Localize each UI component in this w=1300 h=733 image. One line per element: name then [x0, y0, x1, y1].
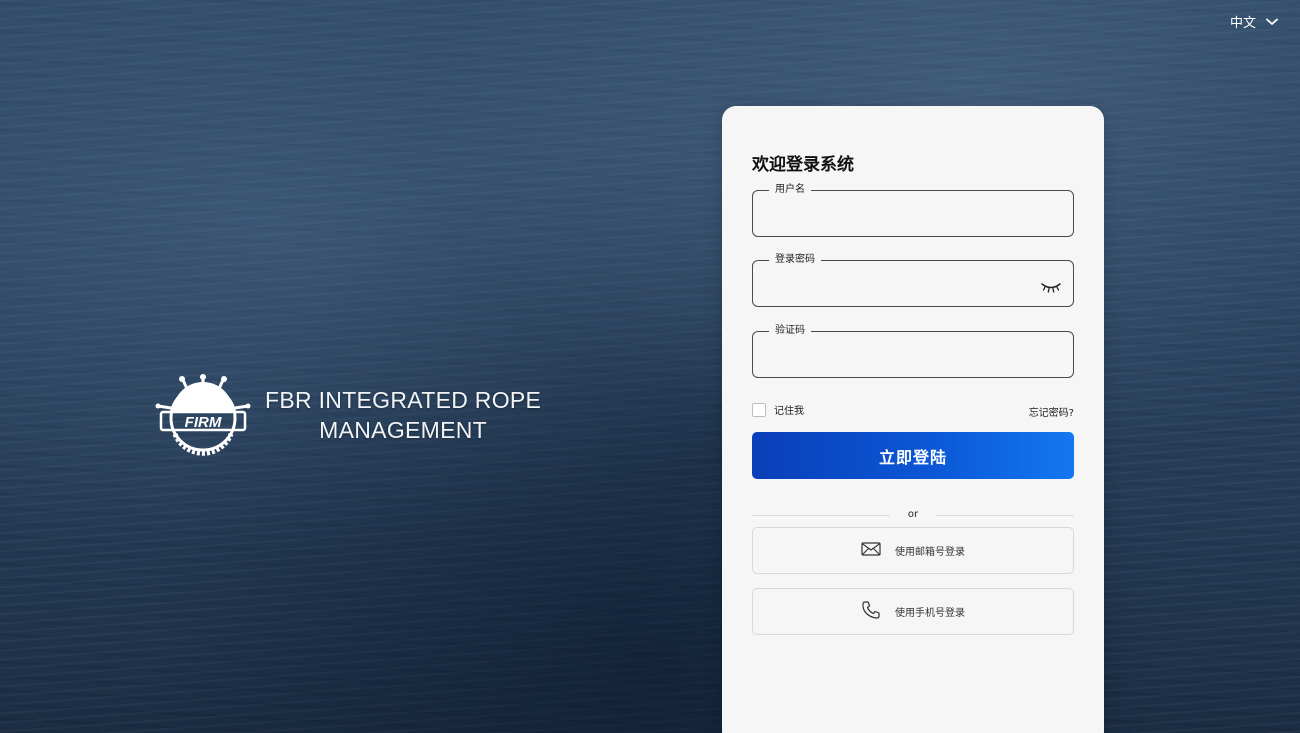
login-title: 欢迎登录系统	[752, 155, 854, 175]
email-login-label: 使用邮箱号登录	[895, 547, 965, 558]
remember-me-label: 记住我	[774, 406, 804, 417]
remember-me-checkbox[interactable]	[752, 402, 766, 417]
remember-me[interactable]: 记住我	[752, 402, 804, 417]
captcha-label: 验证码	[769, 324, 811, 338]
username-input[interactable]	[753, 191, 1073, 236]
mail-icon	[861, 541, 881, 560]
forgot-password-link[interactable]: 忘记密码?	[1029, 404, 1074, 419]
helm-logo-icon: FIRM	[155, 374, 251, 456]
svg-text:FIRM: FIRM	[185, 414, 222, 431]
login-button[interactable]: 立即登陆	[752, 432, 1074, 479]
brand-name-line2: MANAGEMENT	[319, 417, 488, 443]
password-label: 登录密码	[769, 253, 821, 267]
chevron-down-icon	[1266, 18, 1278, 26]
username-label: 用户名	[769, 183, 811, 197]
password-input[interactable]	[753, 261, 1073, 306]
phone-icon	[861, 600, 881, 624]
eye-closed-icon[interactable]	[1041, 278, 1061, 297]
language-selector[interactable]: 中文	[1230, 12, 1278, 31]
or-divider: or	[752, 508, 1074, 522]
captcha-input[interactable]	[753, 332, 1073, 377]
brand: FIRM FBR INTEGRATED ROPE MANAGEMENT	[155, 372, 541, 458]
phone-login-label: 使用手机号登录	[895, 608, 965, 619]
divider-line-right	[936, 515, 1074, 516]
password-field: 登录密码	[752, 253, 1074, 307]
brand-name: FBR INTEGRATED ROPE MANAGEMENT	[265, 385, 541, 445]
login-card: 欢迎登录系统 用户名 登录密码 验证码 记住我 忘记密码? 立即登陆 or 使用…	[722, 106, 1104, 733]
username-field: 用户名	[752, 183, 1074, 237]
email-login-button[interactable]: 使用邮箱号登录	[752, 527, 1074, 574]
brand-name-line1: FBR INTEGRATED ROPE	[265, 387, 542, 413]
captcha-field: 验证码	[752, 324, 1074, 378]
language-label: 中文	[1229, 16, 1256, 31]
phone-login-button[interactable]: 使用手机号登录	[752, 588, 1074, 635]
